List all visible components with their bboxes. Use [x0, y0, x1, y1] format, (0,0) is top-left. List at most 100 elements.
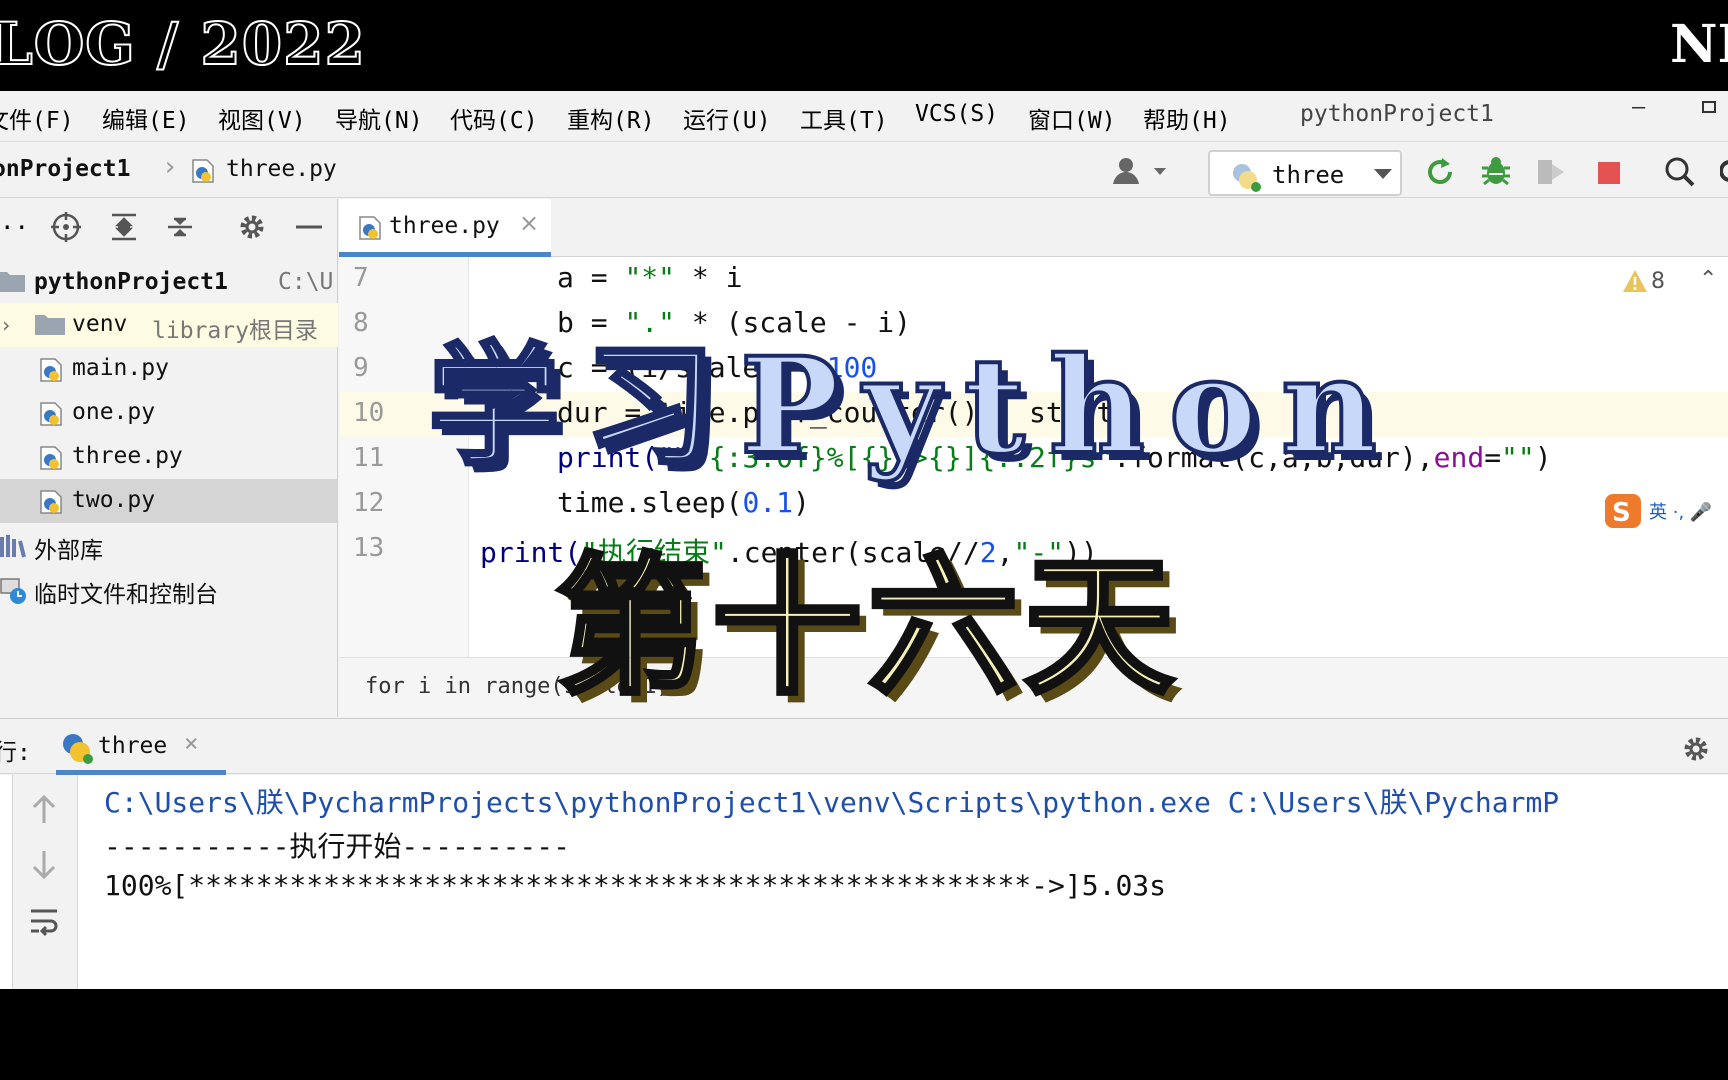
gear-icon[interactable] [236, 211, 268, 249]
code-token: "" [1501, 441, 1535, 474]
svg-text:英 ·, 🎤: 英 ·, 🎤 [1649, 501, 1712, 523]
line-number: 12 [353, 488, 385, 518]
tree-item-hint: library根目录 [152, 318, 318, 344]
user-icon[interactable] [1112, 156, 1172, 192]
soft-wrap-icon[interactable] [29, 907, 59, 943]
collapse-all-icon[interactable] [164, 211, 196, 249]
close-icon[interactable]: × [184, 729, 198, 757]
settings-icon[interactable] [1719, 156, 1728, 192]
window-title: pythonProject1 [1300, 101, 1494, 127]
python-file-icon [190, 158, 218, 190]
menu-refactor[interactable]: 重构(R) [567, 101, 655, 135]
menu-navigate[interactable]: 导航(N) [335, 101, 423, 135]
run-tab-label: three [98, 733, 168, 759]
library-icon [0, 533, 28, 565]
menu-run[interactable]: 运行(U) [683, 101, 771, 135]
tree-item-one[interactable]: one.py [0, 391, 338, 435]
tree-root[interactable]: pythonProject1 C:\U [0, 261, 338, 301]
breadcrumb-project[interactable]: onProject1 [0, 156, 130, 182]
tree-item-label: 临时文件和控制台 [34, 582, 218, 608]
tree-item-venv[interactable]: › venv library根目录 [0, 303, 338, 347]
code-token: end [1433, 441, 1485, 474]
code-token: ) [1534, 441, 1552, 474]
tree-item-label: three.py [72, 443, 183, 469]
window-minimize-button[interactable]: — [1632, 95, 1645, 120]
arrow-up-icon[interactable] [29, 793, 59, 829]
close-icon[interactable]: × [519, 209, 539, 237]
arrow-down-icon[interactable] [29, 849, 59, 885]
breadcrumb-file[interactable]: three.py [226, 156, 337, 182]
folder-icon [0, 269, 26, 299]
console-line: 100%[***********************************… [104, 869, 1167, 902]
run-panel-label: 行: [0, 740, 31, 766]
python-file-icon [38, 357, 66, 389]
console-line: -----------执行开始---------- [104, 830, 571, 863]
line-number: 10 [353, 398, 385, 428]
menu-vcs[interactable]: VCS(S) [915, 101, 998, 127]
menu-tools[interactable]: 工具(T) [800, 101, 888, 135]
line-number: 7 [353, 263, 369, 293]
tree-item-label: two.py [72, 487, 156, 513]
run-panel-body: C:\Users\朕\PycharmProjects\pythonProject… [0, 775, 1728, 989]
menu-window[interactable]: 窗口(W) [1028, 101, 1116, 135]
python-file-icon [38, 401, 66, 433]
menu-help[interactable]: 帮助(H) [1143, 101, 1231, 135]
tree-item-three[interactable]: three.py [0, 435, 338, 479]
video-banner: LOG / 2022 NI [0, 0, 1728, 91]
menu-view[interactable]: 视图(V) [218, 101, 306, 135]
run-config-select[interactable]: three [1208, 150, 1402, 196]
code-line[interactable]: 7 a = "*" * i [339, 257, 1728, 302]
tree-item-two[interactable]: two.py [0, 479, 338, 523]
code-token: "*" [624, 261, 676, 294]
svg-text:S: S [1612, 498, 1631, 528]
rerun-icon[interactable] [1424, 156, 1456, 194]
line-number: 8 [353, 308, 369, 338]
banner-right-text: NI [1670, 14, 1728, 75]
overlay-title: 学习Python [426, 327, 1401, 486]
editor-tab-bar: three.py × [339, 199, 1728, 257]
search-icon[interactable] [1664, 156, 1696, 194]
project-toolbar: .. [0, 199, 338, 249]
console-command-line: C:\Users\朕\PycharmProjects\pythonProject… [104, 786, 1560, 819]
python-file-icon [38, 489, 66, 521]
ime-indicator[interactable]: S 英 ·, 🎤 [1601, 490, 1728, 532]
tab-three-py[interactable]: three.py × [339, 199, 551, 257]
menu-file[interactable]: 文件(F) [0, 101, 74, 135]
tree-item-label: main.py [72, 355, 169, 381]
window-maximize-button[interactable] [1702, 101, 1716, 113]
locate-icon[interactable] [50, 211, 82, 249]
run-config-label: three [1272, 161, 1345, 189]
line-number: 11 [353, 443, 385, 473]
gear-icon[interactable] [1680, 733, 1712, 771]
tree-item-scratches[interactable]: 临时文件和控制台 [0, 567, 338, 611]
coverage-icon[interactable] [1534, 156, 1568, 194]
stop-icon[interactable] [1598, 162, 1620, 184]
menu-edit[interactable]: 编辑(E) [102, 101, 190, 135]
folder-icon [34, 312, 66, 342]
menu-code[interactable]: 代码(C) [450, 101, 538, 135]
tree-root-label: pythonProject1 [34, 269, 228, 295]
tree-root-path: C:\U [278, 269, 334, 295]
expand-all-icon[interactable] [108, 211, 140, 249]
chevron-down-icon [1374, 169, 1392, 179]
warning-count[interactable]: 8 [1651, 269, 1665, 294]
code-token: = [1484, 441, 1502, 474]
run-panel-header: 行: three × [0, 718, 1728, 775]
line-number: 9 [353, 353, 369, 383]
warning-icon[interactable] [1622, 269, 1648, 297]
chevron-up-icon[interactable]: ⌃ [1699, 267, 1717, 292]
minimize-icon[interactable] [294, 211, 324, 249]
run-side-toolbar [12, 775, 78, 989]
python-icon [1230, 162, 1262, 198]
python-file-icon [357, 215, 385, 245]
project-panel: .. pythonProject1 C:\U › venv library根目录… [0, 199, 338, 803]
tree-item-main[interactable]: main.py [0, 347, 338, 391]
tree-item-external-libraries[interactable]: 外部库 [0, 523, 338, 567]
project-view-label[interactable]: .. [0, 207, 29, 235]
debug-icon[interactable] [1480, 154, 1512, 194]
python-file-icon [38, 445, 66, 477]
chevron-right-icon[interactable]: › [0, 313, 12, 337]
run-tab-three[interactable]: three × [56, 719, 226, 775]
tree-item-label: 外部库 [34, 538, 103, 564]
menu-bar: 文件(F) 编辑(E) 视图(V) 导航(N) 代码(C) 重构(R) 运行(U… [0, 91, 1728, 141]
